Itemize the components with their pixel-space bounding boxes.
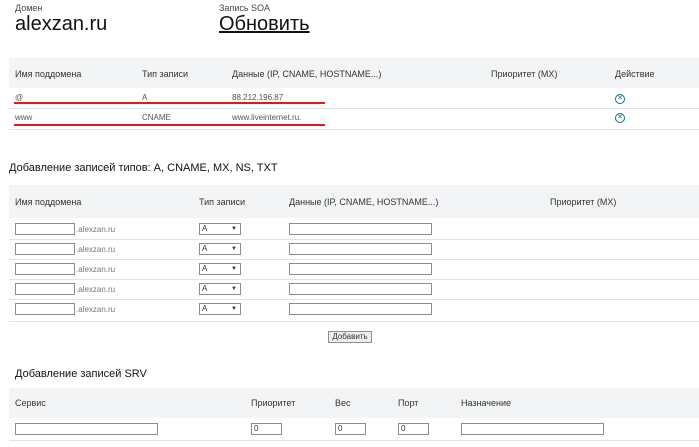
add-col-type: Тип записи (199, 197, 246, 207)
records-col-name: Имя поддомена (15, 69, 82, 79)
domain-suffix: .alexzan.ru (76, 265, 116, 274)
subdomain-input[interactable] (15, 263, 75, 275)
add-col-data: Данные (IP, CNAME, HOSTNAME...) (289, 197, 439, 207)
chevron-down-icon: ▼ (231, 226, 237, 232)
row-divider (9, 259, 699, 260)
chevron-down-icon: ▼ (231, 306, 237, 312)
subdomain-input[interactable] (15, 283, 75, 295)
records-col-type: Тип записи (142, 69, 189, 79)
record-type: A (142, 93, 148, 102)
delete-record-icon[interactable]: ✕ (615, 94, 625, 104)
row-divider (9, 108, 699, 109)
srv-header-band (9, 388, 699, 418)
srv-col-target: Назначение (461, 398, 512, 408)
record-type-select[interactable]: A ▼ (199, 223, 241, 235)
row-divider (9, 279, 699, 280)
highlight-underline (14, 102, 325, 104)
add-records-button[interactable]: Добавить (328, 331, 372, 343)
data-input[interactable] (289, 243, 432, 255)
record-type: CNAME (142, 113, 171, 122)
domain-suffix: .alexzan.ru (76, 305, 116, 314)
add-col-name: Имя поддомена (15, 197, 82, 207)
subdomain-input[interactable] (15, 303, 75, 315)
row-divider (9, 239, 699, 240)
domain-name: alexzan.ru (15, 13, 108, 35)
domain-suffix: .alexzan.ru (76, 225, 116, 234)
soa-label: Запись SOA (219, 3, 271, 13)
chevron-down-icon: ▼ (231, 286, 237, 292)
records-col-priority: Приоритет (MX) (491, 69, 558, 79)
domain-label: Домен (15, 3, 43, 13)
domain-suffix: .alexzan.ru (76, 245, 116, 254)
record-type-select[interactable]: A ▼ (199, 243, 241, 255)
data-input[interactable] (289, 263, 432, 275)
srv-port-input[interactable]: 0 (398, 423, 429, 435)
srv-col-weight: Вес (335, 398, 351, 408)
add-records-title: Добавление записей типов: A, CNAME, MX, … (9, 162, 278, 174)
srv-col-priority: Приоритет (251, 398, 296, 408)
row-divider (9, 440, 699, 441)
delete-record-icon[interactable]: ✕ (615, 113, 625, 123)
row-divider (9, 129, 699, 130)
record-name: @ (15, 93, 24, 102)
record-type-select[interactable]: A ▼ (199, 283, 241, 295)
data-input[interactable] (289, 303, 432, 315)
add-col-priority: Приоритет (MX) (550, 197, 617, 207)
highlight-underline (14, 124, 325, 126)
srv-weight-input[interactable]: 0 (335, 423, 366, 435)
record-data: www.liveinternet.ru. (232, 113, 302, 122)
chevron-down-icon: ▼ (231, 246, 237, 252)
record-data: 88.212.196.87 (232, 93, 284, 102)
row-divider (9, 321, 699, 322)
chevron-down-icon: ▼ (231, 266, 237, 272)
record-type-select[interactable]: A ▼ (199, 303, 241, 315)
srv-service-input[interactable] (15, 423, 158, 435)
srv-col-service: Сервис (15, 398, 46, 408)
records-col-data: Данные (IP, CNAME, HOSTNAME...) (232, 69, 382, 79)
data-input[interactable] (289, 283, 432, 295)
record-type-select[interactable]: A ▼ (199, 263, 241, 275)
domain-suffix: .alexzan.ru (76, 285, 116, 294)
subdomain-input[interactable] (15, 243, 75, 255)
data-input[interactable] (289, 223, 432, 235)
srv-priority-input[interactable]: 0 (251, 423, 282, 435)
records-col-action: Действие (615, 69, 655, 79)
srv-col-port: Порт (398, 398, 419, 408)
srv-target-input[interactable] (461, 423, 604, 435)
srv-title: Добавление записей SRV (15, 368, 147, 380)
subdomain-input[interactable] (15, 223, 75, 235)
record-name: www (15, 113, 33, 122)
soa-refresh-link[interactable]: Обновить (219, 13, 310, 36)
row-divider (9, 299, 699, 300)
